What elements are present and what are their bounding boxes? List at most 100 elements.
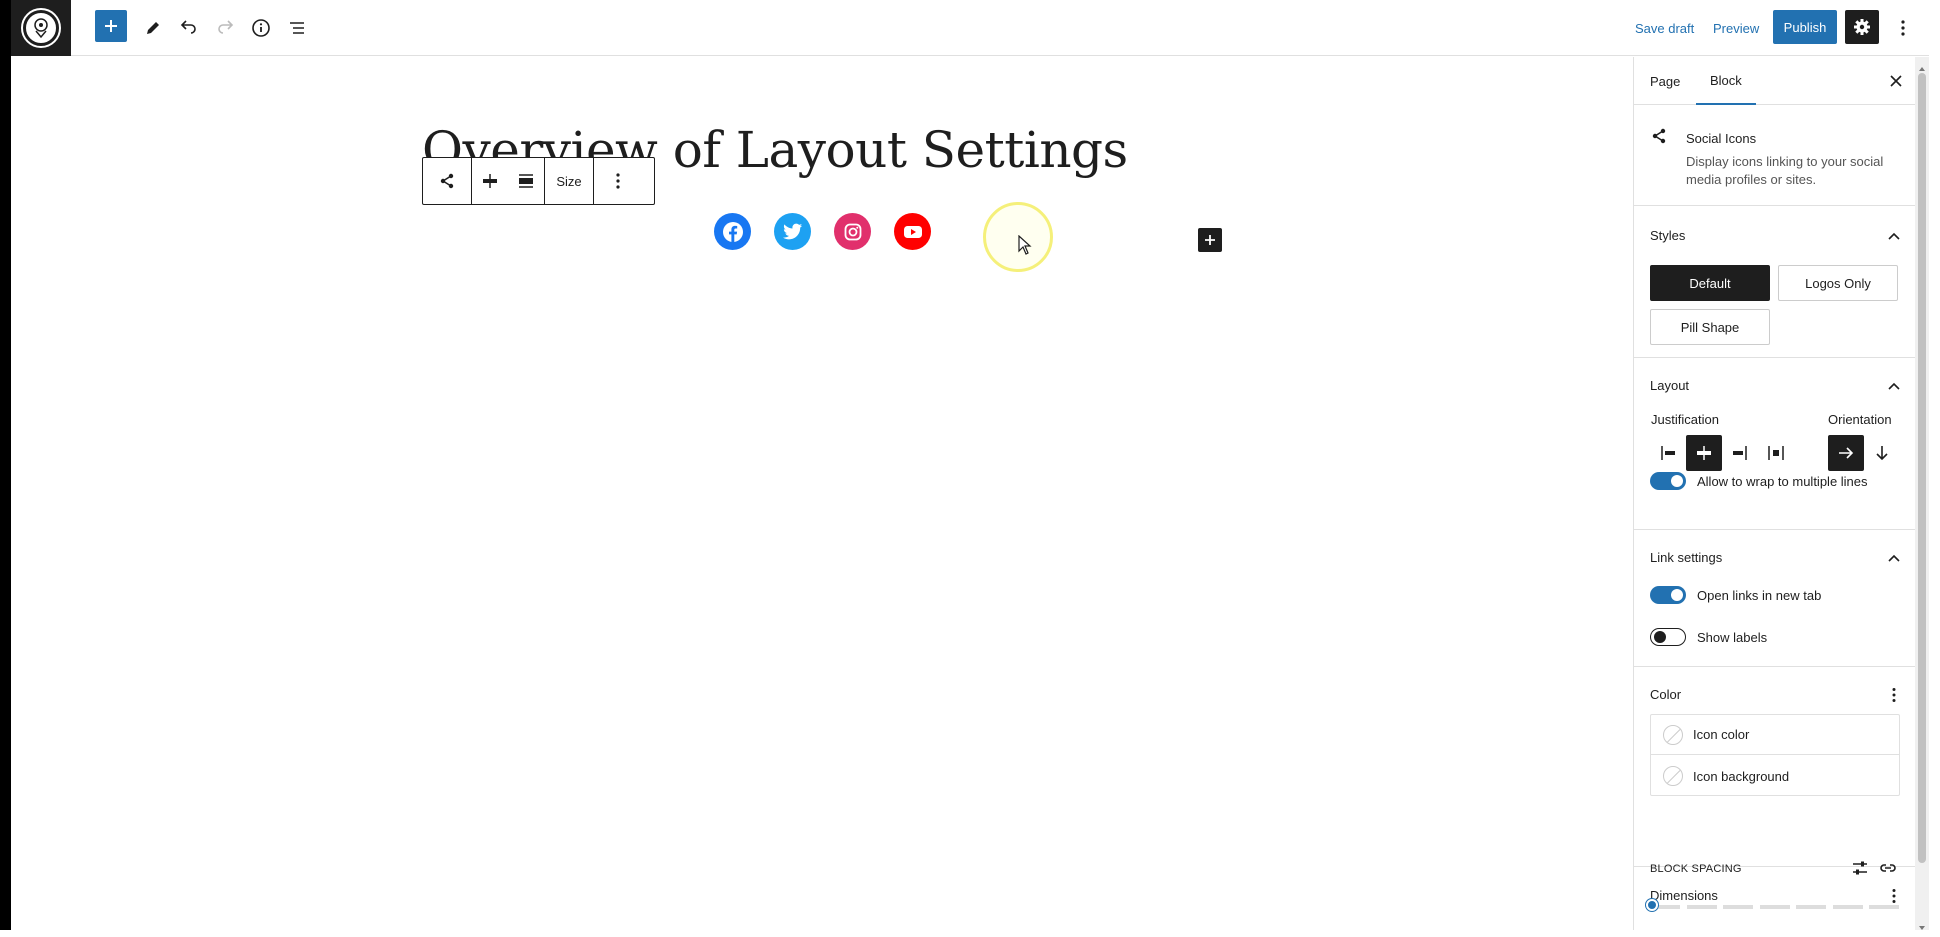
align-button[interactable] — [508, 158, 544, 204]
window-right-edge — [1929, 0, 1940, 930]
justify-left-button[interactable] — [1650, 435, 1686, 471]
style-default-button[interactable]: Default — [1650, 265, 1770, 301]
color-panel: Color Icon color Icon background — [1634, 667, 1916, 867]
close-icon — [1890, 75, 1902, 87]
justify-center-button[interactable] — [1686, 435, 1722, 471]
tab-block[interactable]: Block — [1696, 57, 1756, 105]
block-toolbar: Size — [422, 157, 655, 205]
preview-button[interactable]: Preview — [1713, 0, 1759, 56]
redo-button[interactable] — [207, 10, 243, 46]
custom-size-button[interactable] — [1850, 858, 1870, 878]
window-left-edge — [0, 0, 11, 930]
justify-space-between-icon — [1768, 446, 1784, 460]
tab-block-label: Block — [1710, 72, 1742, 88]
publish-label: Publish — [1783, 19, 1827, 35]
arrow-down-icon — [1876, 446, 1888, 461]
tab-page[interactable]: Page — [1650, 57, 1680, 105]
block-type-group — [423, 158, 472, 204]
tools-button[interactable] — [135, 10, 171, 46]
color-settings-group: Icon color Icon background — [1650, 714, 1900, 796]
block-appender-button[interactable] — [1198, 228, 1222, 252]
open-new-tab-label: Open links in new tab — [1697, 588, 1822, 603]
link-sides-button[interactable] — [1878, 858, 1898, 878]
twitter-link[interactable] — [774, 213, 811, 250]
orientation-horizontal-button[interactable] — [1828, 435, 1864, 471]
size-group: Size — [545, 158, 594, 204]
redo-icon — [218, 20, 234, 34]
more-vertical-icon — [1901, 20, 1905, 36]
link-settings-heading[interactable]: Link settings — [1650, 550, 1722, 565]
wrap-toggle[interactable] — [1650, 472, 1686, 490]
gear-icon — [1854, 19, 1870, 35]
share-icon — [1650, 127, 1668, 150]
facebook-link[interactable] — [714, 213, 751, 250]
open-new-tab-toggle[interactable] — [1650, 586, 1686, 604]
color-options-button[interactable] — [1886, 687, 1902, 703]
dimensions-options-button[interactable] — [1886, 888, 1902, 904]
more-vertical-icon — [1892, 688, 1896, 702]
layout-panel: Layout Justification Orientation Allow t… — [1634, 358, 1916, 530]
add-block-button[interactable] — [95, 10, 127, 42]
more-group — [594, 158, 642, 204]
chevron-up-icon[interactable] — [1886, 228, 1902, 244]
orientation-vertical-button[interactable] — [1864, 435, 1900, 471]
twitter-icon — [782, 223, 802, 239]
save-draft-label: Save draft — [1635, 20, 1695, 36]
options-menu-button[interactable] — [1891, 10, 1915, 46]
style-logos-only-button[interactable]: Logos Only — [1778, 265, 1898, 301]
justify-center-button[interactable] — [472, 158, 508, 204]
block-spacing-slider-thumb[interactable] — [1646, 899, 1658, 911]
justify-right-button[interactable] — [1722, 435, 1758, 471]
youtube-icon — [903, 225, 922, 238]
icon-color-label: Icon color — [1693, 727, 1750, 742]
editor-canvas: Overview of Layout Settings Size — [11, 57, 1633, 930]
size-label: Size — [556, 173, 582, 189]
styles-panel-heading[interactable]: Styles — [1650, 228, 1685, 243]
wrap-toggle-label: Allow to wrap to multiple lines — [1697, 474, 1868, 489]
site-logo[interactable] — [11, 0, 71, 56]
sidebar-scrollbar[interactable] — [1915, 57, 1929, 930]
dimensions-heading[interactable]: Dimensions — [1650, 888, 1718, 903]
justify-left-icon — [1661, 446, 1675, 460]
scrollbar-thumb[interactable] — [1918, 73, 1926, 863]
link-icon — [1880, 864, 1896, 872]
show-labels-toggle[interactable] — [1650, 628, 1686, 646]
settings-button[interactable] — [1845, 10, 1879, 44]
undo-button[interactable] — [171, 10, 207, 46]
block-spacing-slider-track[interactable] — [1650, 905, 1900, 909]
block-options-button[interactable] — [594, 158, 642, 204]
scroll-down-icon[interactable] — [1918, 919, 1926, 930]
size-button[interactable]: Size — [545, 158, 593, 204]
chevron-up-icon[interactable] — [1886, 378, 1902, 394]
justify-space-between-button[interactable] — [1758, 435, 1794, 471]
details-button[interactable] — [243, 10, 279, 46]
close-sidebar-button[interactable] — [1884, 69, 1908, 93]
style-pill-shape-label: Pill Shape — [1680, 319, 1740, 335]
list-view-icon — [290, 22, 304, 34]
icon-color-button[interactable]: Icon color — [1651, 715, 1899, 755]
show-labels-label: Show labels — [1697, 630, 1768, 645]
block-spacing-label: BLOCK SPACING — [1650, 863, 1742, 875]
more-vertical-icon — [1892, 889, 1896, 903]
instagram-link[interactable] — [834, 213, 871, 250]
youtube-link[interactable] — [894, 213, 931, 250]
pencil-icon — [147, 22, 159, 34]
site-logo-icon — [21, 8, 61, 48]
layout-panel-heading[interactable]: Layout — [1650, 378, 1689, 393]
align-wide-icon — [519, 174, 533, 188]
icon-background-label: Icon background — [1693, 768, 1790, 784]
justification-label: Justification — [1651, 412, 1719, 427]
preview-label: Preview — [1713, 20, 1760, 36]
list-view-button[interactable] — [279, 10, 315, 46]
block-type-button[interactable] — [423, 158, 471, 204]
save-draft-button[interactable]: Save draft — [1635, 0, 1694, 56]
icon-background-button[interactable]: Icon background — [1651, 756, 1899, 796]
chevron-up-icon[interactable] — [1886, 550, 1902, 566]
editor-window: Save draft Preview Publish Overview of L… — [0, 0, 1940, 930]
publish-button[interactable]: Publish — [1773, 10, 1837, 44]
sidebar-tabs: Page Block — [1634, 57, 1916, 105]
color-panel-heading[interactable]: Color — [1650, 687, 1681, 702]
style-pill-shape-button[interactable]: Pill Shape — [1650, 309, 1770, 345]
scroll-up-icon[interactable] — [1918, 60, 1926, 71]
justify-right-icon — [1733, 446, 1747, 460]
